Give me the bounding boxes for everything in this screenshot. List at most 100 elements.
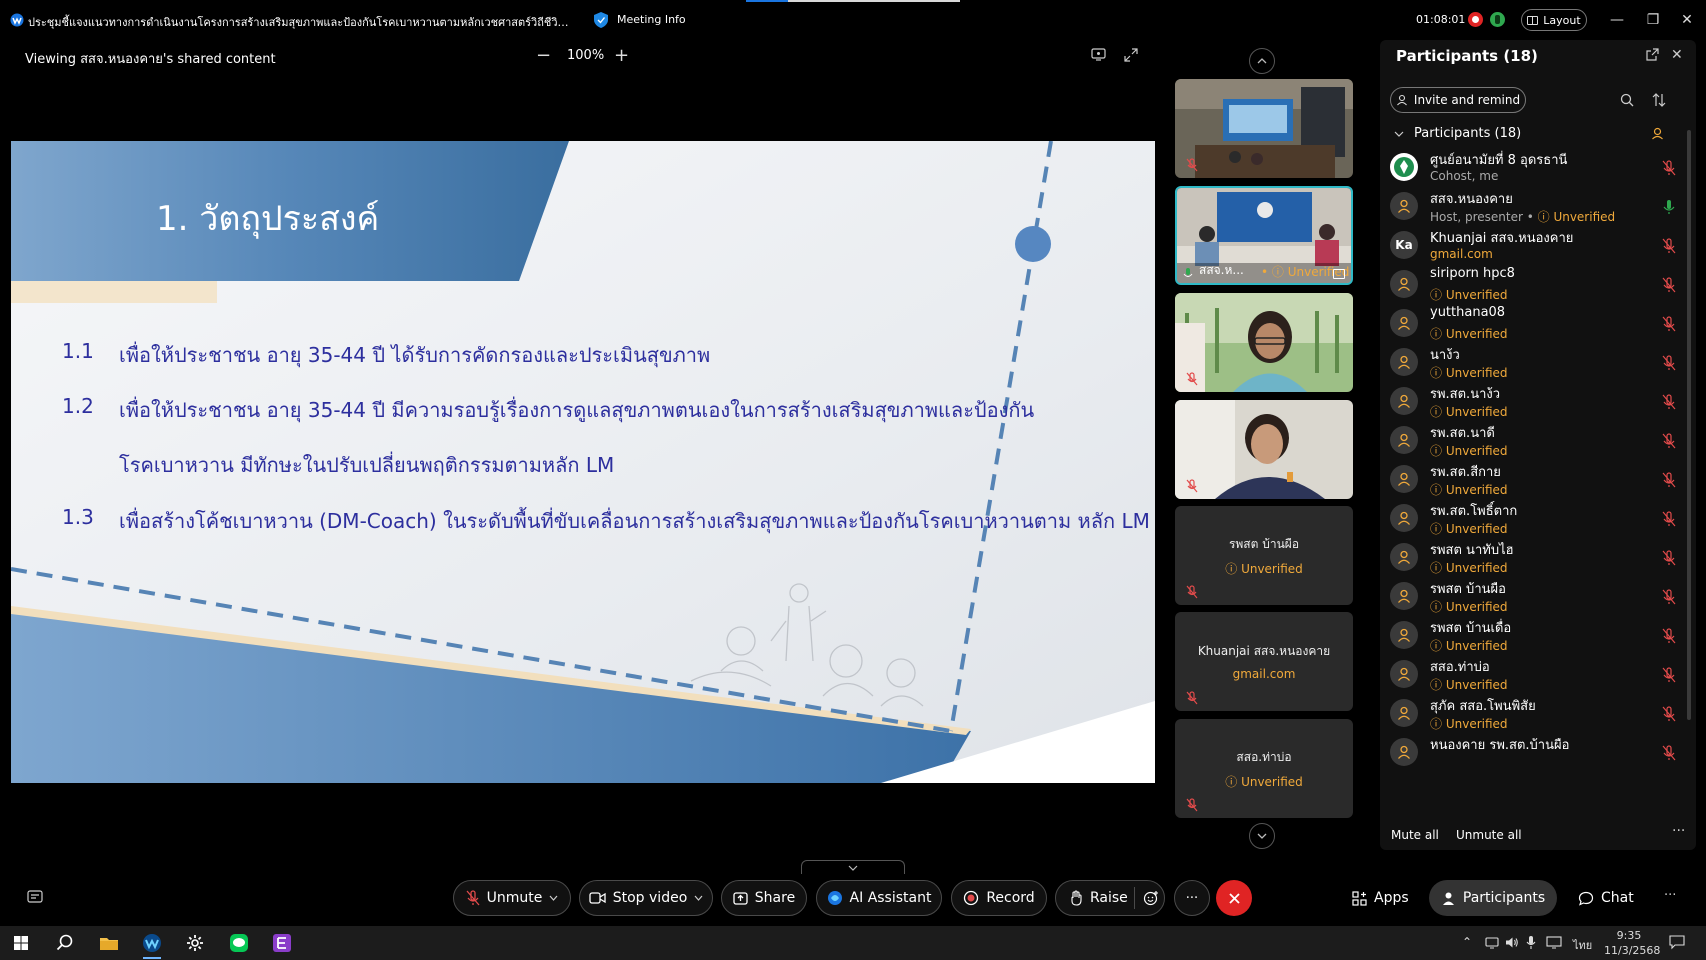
tray-network-icon[interactable] — [1485, 936, 1499, 949]
chevron-down-icon[interactable] — [694, 895, 703, 901]
captions-icon[interactable] — [27, 890, 43, 904]
participant-row[interactable]: ศูนย์อนามัยที่ 8 อุดรธานี Cohost, me — [1390, 148, 1680, 190]
organization-logo-avatar — [1390, 153, 1418, 181]
more-controls-button[interactable]: ··· — [1174, 880, 1210, 916]
participant-row[interactable]: สสจ.หนองคาย Host, presenter • ⓘ Unverifie… — [1390, 187, 1680, 229]
meeting-info-shield-icon[interactable] — [593, 11, 609, 29]
zoom-in-button[interactable]: + — [614, 45, 629, 66]
participant-row[interactable]: รพ.สต.นาดี ⓘ Unverified — [1390, 421, 1680, 463]
muted-mic-icon[interactable] — [1662, 277, 1676, 293]
collapse-controls-handle[interactable] — [801, 860, 905, 874]
tray-microphone-icon[interactable] — [1526, 935, 1536, 950]
muted-mic-icon[interactable] — [1662, 472, 1676, 488]
taskbar-clock[interactable]: 9:35 11/3/2568 — [1604, 928, 1660, 958]
name-tile-3[interactable]: สสอ.ท่าบ่อ ⓘ Unverified — [1175, 719, 1353, 818]
muted-mic-icon[interactable] — [1662, 667, 1676, 683]
record-button[interactable]: Record — [951, 880, 1047, 916]
muted-mic-icon[interactable] — [1662, 355, 1676, 371]
muted-mic-icon[interactable] — [1662, 745, 1676, 761]
restore-window-icon[interactable]: ❐ — [1636, 0, 1670, 40]
tray-overflow-icon[interactable]: ⌃ — [1462, 935, 1472, 949]
end-call-button[interactable] — [1216, 880, 1252, 916]
line-app-icon[interactable] — [222, 926, 256, 960]
participant-row[interactable]: รพ.สต.นาง้ว ⓘ Unverified — [1390, 382, 1680, 424]
muted-mic-icon[interactable] — [1662, 550, 1676, 566]
ai-assistant-button[interactable]: AI Assistant — [816, 880, 942, 916]
participant-row[interactable]: สสอ.ท่าบ่อ ⓘ Unverified — [1390, 655, 1680, 697]
participant-row[interactable]: รพ.สต.โพธิ์ตาก ⓘ Unverified — [1390, 499, 1680, 541]
settings-gear-icon[interactable] — [178, 926, 212, 960]
scroll-videos-down-button[interactable] — [1249, 823, 1275, 849]
name-tile-2-name: Khuanjai สสจ.หนองคาย — [1197, 644, 1331, 658]
participants-group-label: Participants (18) — [1414, 126, 1522, 141]
muted-mic-icon[interactable] — [1662, 316, 1676, 332]
participant-row[interactable]: รพสต บ้านเดื่อ ⓘ Unverified — [1390, 616, 1680, 658]
share-button[interactable]: Share — [721, 880, 807, 916]
popout-icon[interactable] — [1646, 48, 1659, 61]
meeting-timer: 01:08:01 — [1416, 13, 1466, 26]
scroll-videos-up-button[interactable] — [1249, 48, 1275, 74]
chat-button[interactable]: Chat — [1578, 880, 1634, 916]
close-window-icon[interactable]: ✕ — [1670, 0, 1704, 40]
mic-on-icon[interactable] — [1662, 199, 1676, 215]
video-tile-conference-room[interactable] — [1175, 79, 1353, 178]
tray-volume-icon[interactable] — [1505, 936, 1519, 949]
connection-status-icon[interactable] — [1490, 12, 1505, 27]
participant-row[interactable]: นาง้ว ⓘ Unverified — [1390, 343, 1680, 385]
muted-mic-icon[interactable] — [1662, 394, 1676, 410]
stop-video-button[interactable]: Stop video — [579, 880, 713, 916]
video-tile-participant-trees[interactable] — [1175, 293, 1353, 392]
muted-mic-icon[interactable] — [1662, 160, 1676, 176]
participant-row[interactable]: รพสต บ้านผือ ⓘ Unverified — [1390, 577, 1680, 619]
more-apps-icon[interactable]: ··· — [1664, 888, 1676, 903]
editor-app-icon[interactable] — [265, 926, 299, 960]
apps-button[interactable]: Apps — [1352, 880, 1409, 916]
participant-row[interactable]: หนองคาย รพ.สต.บ้านผือ — [1390, 733, 1680, 775]
video-tile-participant-office[interactable] — [1175, 400, 1353, 499]
tray-display-icon[interactable] — [1546, 936, 1562, 949]
muted-mic-icon[interactable] — [1662, 706, 1676, 722]
unmute-button[interactable]: Unmute — [453, 880, 571, 916]
name-tile-1[interactable]: รพสต บ้านผือ ⓘ Unverified — [1175, 506, 1353, 605]
unmute-all-button[interactable]: Unmute all — [1456, 828, 1522, 842]
video-tile-active-speaker[interactable]: สสจ.ห... • ⓘ Unverified — [1175, 186, 1353, 285]
muted-mic-icon[interactable] — [1662, 628, 1676, 644]
webex-taskbar-icon[interactable] — [135, 926, 169, 960]
layout-button[interactable]: Layout — [1521, 9, 1587, 31]
mic-on-icon — [1183, 268, 1193, 280]
windows-start-icon[interactable] — [4, 926, 38, 960]
muted-mic-icon[interactable] — [1662, 238, 1676, 254]
raise-hand-button[interactable]: Raise — [1055, 880, 1165, 916]
participant-row[interactable]: yutthana08 ⓘ Unverified — [1390, 304, 1680, 346]
person-avatar-icon — [1390, 660, 1418, 688]
input-language[interactable]: ไทย — [1573, 936, 1592, 954]
annotate-icon[interactable] — [1091, 48, 1106, 61]
muted-mic-icon[interactable] — [1662, 433, 1676, 449]
close-panel-icon[interactable]: ✕ — [1671, 47, 1683, 63]
notification-center-icon[interactable] — [1669, 934, 1685, 950]
participant-row[interactable]: สุภัค สสอ.โพนพิสัย ⓘ Unverified — [1390, 694, 1680, 736]
muted-mic-icon[interactable] — [1662, 589, 1676, 605]
participant-list-scrollbar[interactable] — [1687, 130, 1691, 720]
zoom-out-button[interactable]: − — [536, 45, 551, 66]
participant-row[interactable]: รพ.สต.สีกาย ⓘ Unverified — [1390, 460, 1680, 502]
fullscreen-icon[interactable] — [1124, 48, 1138, 62]
invite-and-remind-button[interactable]: Invite and remind — [1390, 87, 1526, 113]
sort-icon[interactable] — [1652, 93, 1666, 107]
participants-button[interactable]: Participants — [1429, 880, 1557, 916]
minimize-window-icon[interactable]: — — [1600, 0, 1634, 40]
reactions-icon[interactable] — [1143, 890, 1159, 906]
search-icon[interactable] — [1620, 93, 1634, 107]
name-tile-2[interactable]: Khuanjai สสจ.หนองคาย gmail.com — [1175, 612, 1353, 711]
taskbar-search-icon[interactable] — [48, 926, 82, 960]
more-options-icon[interactable]: ··· — [1672, 823, 1685, 839]
mute-all-button[interactable]: Mute all — [1391, 828, 1439, 842]
muted-mic-icon[interactable] — [1662, 511, 1676, 527]
meeting-info-link[interactable]: Meeting Info — [617, 13, 686, 26]
participant-row[interactable]: รพสต นาทับไฮ ⓘ Unverified — [1390, 538, 1680, 580]
collapse-group-icon[interactable] — [1394, 130, 1404, 138]
chevron-down-icon[interactable] — [549, 895, 558, 901]
participant-row[interactable]: siriporn hpc8 ⓘ Unverified — [1390, 265, 1680, 307]
participant-row[interactable]: Ka Khuanjai สสจ.หนองคาย gmail.com — [1390, 226, 1680, 268]
file-explorer-icon[interactable] — [92, 926, 126, 960]
